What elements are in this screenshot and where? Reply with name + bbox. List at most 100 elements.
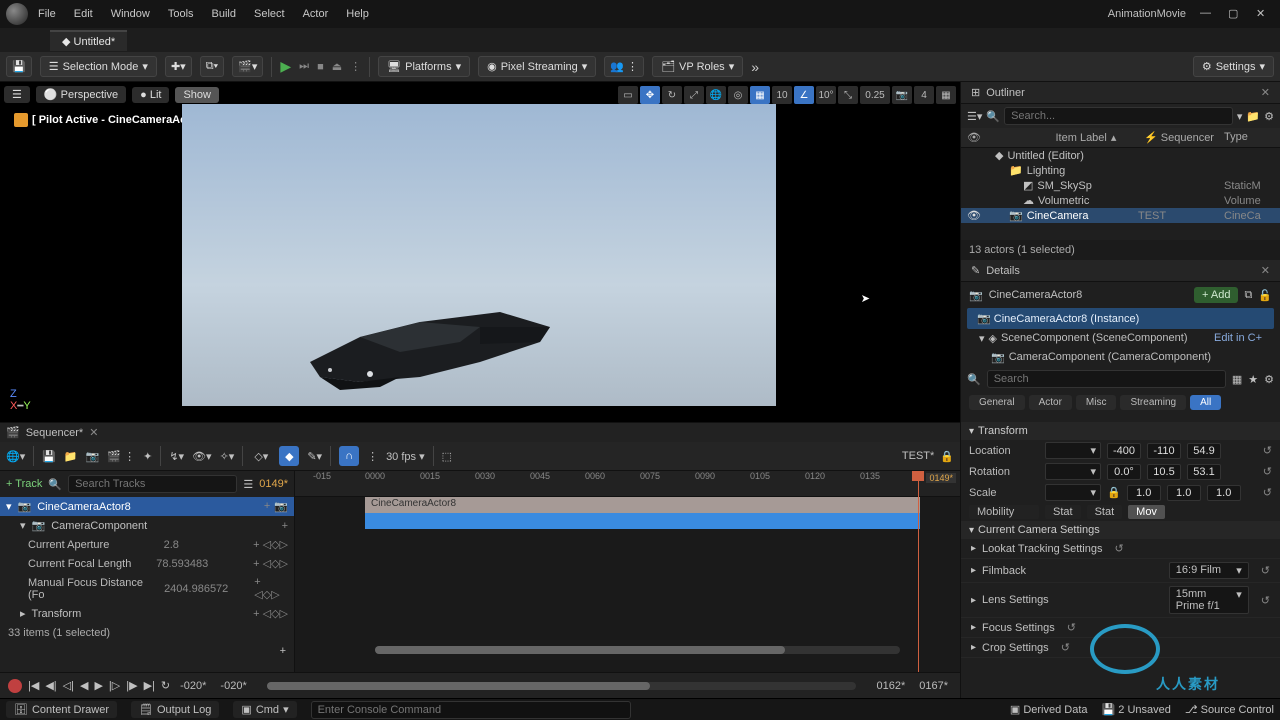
- angle-snap-value[interactable]: 10°: [816, 86, 836, 104]
- outliner-search-input[interactable]: [1004, 107, 1233, 125]
- rotation-y[interactable]: 10.5: [1147, 464, 1181, 480]
- range-start-2[interactable]: -020*: [220, 680, 246, 692]
- star-icon[interactable]: ★: [1248, 373, 1258, 386]
- source-control-button[interactable]: ⎇ Source Control: [1185, 703, 1274, 716]
- track-focus-value[interactable]: 2404.986572: [164, 583, 228, 595]
- camera-component-row[interactable]: 📷 CameraComponent (CameraComponent): [961, 348, 1280, 367]
- level-viewport[interactable]: ☰ ⚪ Perspective ● Lit Show ▭ ✥ ↻ ⤢ 🌐 ◎ ▦…: [0, 82, 960, 422]
- outliner-close-button[interactable]: ✕: [1261, 86, 1270, 99]
- browse-button[interactable]: 📁: [64, 450, 78, 463]
- pixel-streaming-dropdown[interactable]: ◉ Pixel Streaming ▾: [478, 56, 596, 77]
- playhead[interactable]: [918, 471, 919, 672]
- angle-snap-toggle[interactable]: ∠: [794, 86, 814, 104]
- play-reverse-button[interactable]: ◀: [80, 679, 88, 692]
- eye-column-icon[interactable]: 👁: [967, 131, 1056, 144]
- reset-icon[interactable]: ↺: [1261, 594, 1270, 607]
- lock-icon[interactable]: 🔓: [1258, 289, 1272, 302]
- snapping-options[interactable]: ✧▾: [220, 450, 235, 463]
- grid-snap-toggle[interactable]: ▦: [750, 86, 770, 104]
- selection-mode-dropdown[interactable]: ☰ Selection Mode ▾: [40, 56, 157, 77]
- maximize-icon[interactable]: ▢: [1228, 7, 1242, 21]
- location-dropdown[interactable]: ▾: [1045, 442, 1101, 459]
- location-y[interactable]: -110: [1147, 443, 1181, 459]
- current-frame[interactable]: 0149*: [259, 478, 288, 490]
- minimize-icon[interactable]: —: [1200, 7, 1214, 21]
- scale-y[interactable]: 1.0: [1167, 485, 1201, 501]
- outliner-row[interactable]: 📁 Lighting: [961, 163, 1280, 178]
- marked-frame-button[interactable]: ⬚: [442, 450, 452, 463]
- track-aperture[interactable]: Current Aperture 2.8 + ◁◇▷: [0, 535, 294, 554]
- vp-roles-dropdown[interactable]: 🗂 VP Roles ▾: [652, 56, 743, 77]
- mobility-movable[interactable]: Mov: [1128, 505, 1165, 519]
- surface-snap-toggle[interactable]: ◎: [728, 86, 748, 104]
- play-forward-button[interactable]: ▶: [94, 679, 102, 692]
- platforms-dropdown[interactable]: 🖥 Platforms ▾: [378, 56, 470, 77]
- camera-speed-value[interactable]: 4: [914, 86, 934, 104]
- filmback-dropdown[interactable]: 16:9 Film▾: [1169, 562, 1249, 579]
- details-search-input[interactable]: [987, 370, 1226, 388]
- lens-dropdown[interactable]: 15mm Prime f/1▾: [1169, 586, 1249, 614]
- toolbar-overflow-button[interactable]: »: [751, 59, 759, 75]
- timeline-scroll-thumb[interactable]: [375, 646, 785, 654]
- reset-icon[interactable]: ↺: [1115, 542, 1124, 555]
- filter-icon[interactable]: ☰: [243, 478, 253, 491]
- edit-cpp-link[interactable]: Edit in C+: [1214, 332, 1262, 345]
- scale-z[interactable]: 1.0: [1207, 485, 1241, 501]
- track-aperture-value[interactable]: 2.8: [164, 539, 179, 551]
- select-tool[interactable]: ▭: [618, 86, 638, 104]
- content-drawer-button[interactable]: 🗄Content Drawer: [6, 701, 117, 718]
- scene-component-row[interactable]: ▾ ◈ SceneComponent (SceneComponent) Edit…: [961, 329, 1280, 348]
- filter-general[interactable]: General: [969, 395, 1025, 410]
- cmd-dropdown[interactable]: ▣Cmd ▾: [233, 701, 296, 718]
- range-start-1[interactable]: -020*: [180, 680, 206, 692]
- record-button[interactable]: [8, 679, 22, 693]
- snap-toggle[interactable]: ∩: [339, 446, 359, 466]
- save-sequence-button[interactable]: 💾: [42, 450, 56, 463]
- derived-data-button[interactable]: ▣ Derived Data: [1010, 703, 1088, 716]
- world-dropdown[interactable]: 🌐▾: [6, 450, 25, 463]
- outliner-row-selected[interactable]: 👁 📷 CineCamera TEST CineCa: [961, 208, 1280, 223]
- menu-window[interactable]: Window: [111, 8, 150, 20]
- key-all-button[interactable]: ◇▾: [251, 446, 271, 466]
- track-transform[interactable]: ▸ Transform + ◁◇▷: [0, 604, 294, 623]
- transform-section[interactable]: ▾ Transform: [961, 422, 1280, 440]
- gear-icon[interactable]: ⚙: [1264, 373, 1274, 386]
- track-focus-distance[interactable]: Manual Focus Distance (Fo 2404.986572 + …: [0, 573, 294, 604]
- coord-space-toggle[interactable]: 🌐: [706, 86, 726, 104]
- playback-options[interactable]: 👁▾: [192, 450, 212, 463]
- rotation-dropdown[interactable]: ▾: [1045, 463, 1101, 480]
- scale-x[interactable]: 1.0: [1127, 485, 1161, 501]
- reset-icon[interactable]: ↺: [1263, 465, 1272, 478]
- mobility-stationary[interactable]: Stat: [1087, 505, 1123, 519]
- gear-icon[interactable]: ⚙: [1264, 110, 1274, 123]
- location-z[interactable]: 54.9: [1187, 443, 1221, 459]
- viewport-layout-button[interactable]: ▦: [936, 86, 956, 104]
- add-track-button[interactable]: + Track: [6, 478, 42, 490]
- menu-file[interactable]: File: [38, 8, 56, 20]
- scale-tool[interactable]: ⤢: [684, 86, 704, 104]
- step-forward-button[interactable]: |▷: [109, 679, 120, 692]
- range-end-2[interactable]: 0167*: [919, 680, 948, 692]
- play-options-button[interactable]: ⋮: [350, 60, 361, 73]
- folder-icon[interactable]: 📁: [1246, 110, 1260, 123]
- step-button[interactable]: ⏭: [299, 60, 309, 73]
- outliner-row[interactable]: ◆ Untitled (Editor): [961, 148, 1280, 163]
- scale-dropdown[interactable]: ▾: [1045, 484, 1101, 501]
- output-log-button[interactable]: 🗒Output Log: [131, 701, 219, 718]
- show-dropdown[interactable]: Show: [175, 87, 219, 103]
- timeline[interactable]: -015 0000 0015 0030 0045 0060 0075 0090 …: [295, 471, 960, 672]
- grid-icon[interactable]: ▦: [1232, 373, 1242, 386]
- mobility-static[interactable]: Stat: [1045, 505, 1081, 519]
- range-scroll-thumb[interactable]: [267, 682, 650, 690]
- menu-actor[interactable]: Actor: [303, 8, 329, 20]
- unsaved-button[interactable]: 💾 2 Unsaved: [1102, 703, 1171, 716]
- next-key-button[interactable]: |▶: [126, 679, 137, 692]
- document-tab[interactable]: ◆ Untitled*: [50, 30, 127, 51]
- go-end-button[interactable]: ▶|: [144, 679, 155, 692]
- menu-select[interactable]: Select: [254, 8, 285, 20]
- track-focal-value[interactable]: 78.593483: [156, 558, 208, 570]
- translate-tool[interactable]: ✥: [640, 86, 660, 104]
- key-interp-button[interactable]: ✎▾: [307, 450, 322, 463]
- lookat-row[interactable]: ▸ Lookat Tracking Settings↺: [961, 539, 1280, 559]
- marketplace-button[interactable]: ⧉▾: [200, 56, 224, 77]
